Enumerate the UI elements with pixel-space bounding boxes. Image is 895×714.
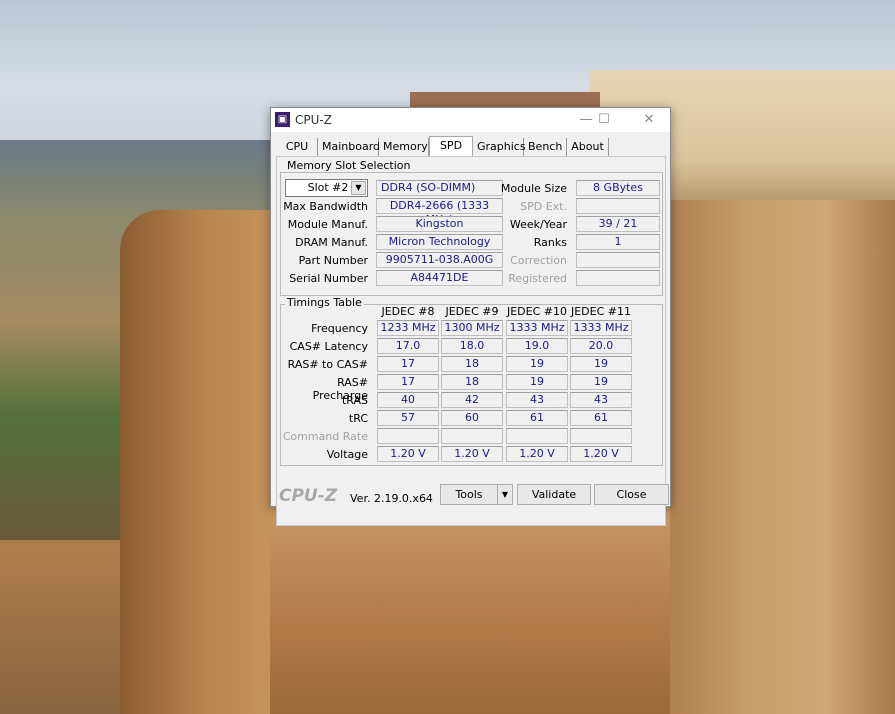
timing-cell: 1333 MHz	[570, 320, 632, 336]
timing-cell: 43	[570, 392, 632, 408]
timing-cell: 18.0	[441, 338, 503, 354]
memory-type-value: DDR4 (SO-DIMM)	[376, 180, 503, 196]
field-label: DRAM Manuf.	[295, 236, 368, 249]
wallpaper-roof	[410, 92, 600, 107]
cpu-z-app-icon: ▣	[275, 112, 290, 127]
timing-column-header: JEDEC #8	[381, 305, 435, 318]
right-field-value	[576, 252, 660, 268]
tools-dropdown-button[interactable]: ▼	[497, 484, 513, 505]
timing-cell	[441, 428, 503, 444]
timing-cell: 19	[506, 356, 568, 372]
timing-cell	[377, 428, 439, 444]
field-value: Micron Technology	[376, 234, 503, 250]
field-label: Max Bandwidth	[283, 200, 368, 213]
timing-cell: 61	[506, 410, 568, 426]
field-value: Kingston	[376, 216, 503, 232]
wallpaper-cliff-right	[670, 200, 895, 714]
timing-cell: 1.20 V	[570, 446, 632, 462]
right-field-value: 39 / 21	[576, 216, 660, 232]
timing-cell: 19.0	[506, 338, 568, 354]
chevron-down-icon: ▼	[501, 490, 509, 499]
timing-cell: 20.0	[570, 338, 632, 354]
wallpaper-cliff-left	[120, 210, 290, 714]
timing-row-label: tRAS	[341, 394, 368, 407]
right-field-value: 1	[576, 234, 660, 250]
timing-cell: 19	[570, 356, 632, 372]
timing-cell: 1.20 V	[441, 446, 503, 462]
tools-button[interactable]: Tools	[440, 484, 498, 505]
timing-cell: 1.20 V	[377, 446, 439, 462]
version-label: Ver. 2.19.0.x64	[350, 492, 433, 505]
slot-select-value: Slot #2	[307, 181, 349, 194]
timings-group-label: Timings Table	[285, 296, 364, 309]
right-field-value: 8 GBytes	[576, 180, 660, 196]
timing-column-header: JEDEC #11	[570, 305, 631, 318]
right-field-label: Week/Year	[509, 218, 567, 231]
tab-spd[interactable]: SPD	[429, 136, 473, 157]
timing-cell: 57	[377, 410, 439, 426]
chevron-down-icon[interactable]: ▼	[351, 181, 366, 195]
field-value: A84471DE	[376, 270, 503, 286]
timing-cell: 1300 MHz	[441, 320, 503, 336]
timing-cell: 42	[441, 392, 503, 408]
right-field-label: Correction	[510, 254, 567, 267]
field-label: Part Number	[298, 254, 368, 267]
timing-row-label: Frequency	[311, 322, 368, 335]
right-field-label: SPD Ext.	[520, 200, 567, 213]
timing-cell: 17	[377, 356, 439, 372]
tab-graphics[interactable]: Graphics	[473, 138, 526, 156]
cpu-z-logo: CPU-Z	[279, 486, 338, 506]
window-title: CPU-Z	[295, 113, 332, 127]
slot-select[interactable]: Slot #2 ▼	[285, 179, 368, 197]
timing-cell: 17.0	[377, 338, 439, 354]
timing-cell: 19	[506, 374, 568, 390]
right-field-value	[576, 198, 660, 214]
cpu-z-window: ▣ CPU-Z — ☐ ✕ CPU Mainboard Memory SPD Graph…	[270, 107, 671, 526]
field-value: DDR4-2666 (1333 MHz)	[376, 198, 503, 226]
right-field-label: Module Size	[500, 182, 567, 195]
timing-cell: 1.20 V	[506, 446, 568, 462]
timing-cell: 19	[570, 374, 632, 390]
tab-cpu[interactable]: CPU	[277, 138, 318, 156]
right-field-label: Registered	[508, 272, 567, 285]
tab-bench[interactable]: Bench	[524, 138, 567, 156]
memory-slot-group-label: Memory Slot Selection	[285, 159, 413, 172]
timing-cell: 1333 MHz	[506, 320, 568, 336]
timing-row-label: tRC	[348, 412, 368, 425]
timing-cell: 40	[377, 392, 439, 408]
timing-cell	[506, 428, 568, 444]
timing-cell: 61	[570, 410, 632, 426]
right-field-value	[576, 270, 660, 286]
timing-cell: 18	[441, 356, 503, 372]
timing-cell: 60	[441, 410, 503, 426]
wallpaper-cliff-middle	[270, 505, 670, 714]
maximize-button[interactable]: ☐	[589, 110, 619, 130]
close-window-button[interactable]: ✕	[634, 110, 664, 130]
timing-column-header: JEDEC #9	[445, 305, 499, 318]
field-label: Module Manuf.	[287, 218, 368, 231]
tab-mainboard[interactable]: Mainboard	[318, 138, 380, 156]
field-value: 9905711-038.A00G	[376, 252, 503, 268]
tab-about[interactable]: About	[567, 138, 609, 156]
timing-cell: 17	[377, 374, 439, 390]
timing-row-label: RAS# to CAS#	[287, 358, 368, 371]
timing-cell: 43	[506, 392, 568, 408]
close-button[interactable]: Close	[594, 484, 669, 505]
field-label: Serial Number	[289, 272, 368, 285]
timing-row-label: Voltage	[326, 448, 368, 461]
tab-memory[interactable]: Memory	[379, 138, 429, 156]
timing-cell: 18	[441, 374, 503, 390]
right-field-label: Ranks	[533, 236, 567, 249]
timing-row-label: CAS# Latency	[289, 340, 368, 353]
timing-cell: 1233 MHz	[377, 320, 439, 336]
timing-column-header: JEDEC #10	[506, 305, 567, 318]
timing-row-label: Command Rate	[282, 430, 368, 443]
timing-cell	[570, 428, 632, 444]
title-bar[interactable]: ▣ CPU-Z — ☐ ✕	[271, 108, 670, 132]
validate-button[interactable]: Validate	[517, 484, 591, 505]
